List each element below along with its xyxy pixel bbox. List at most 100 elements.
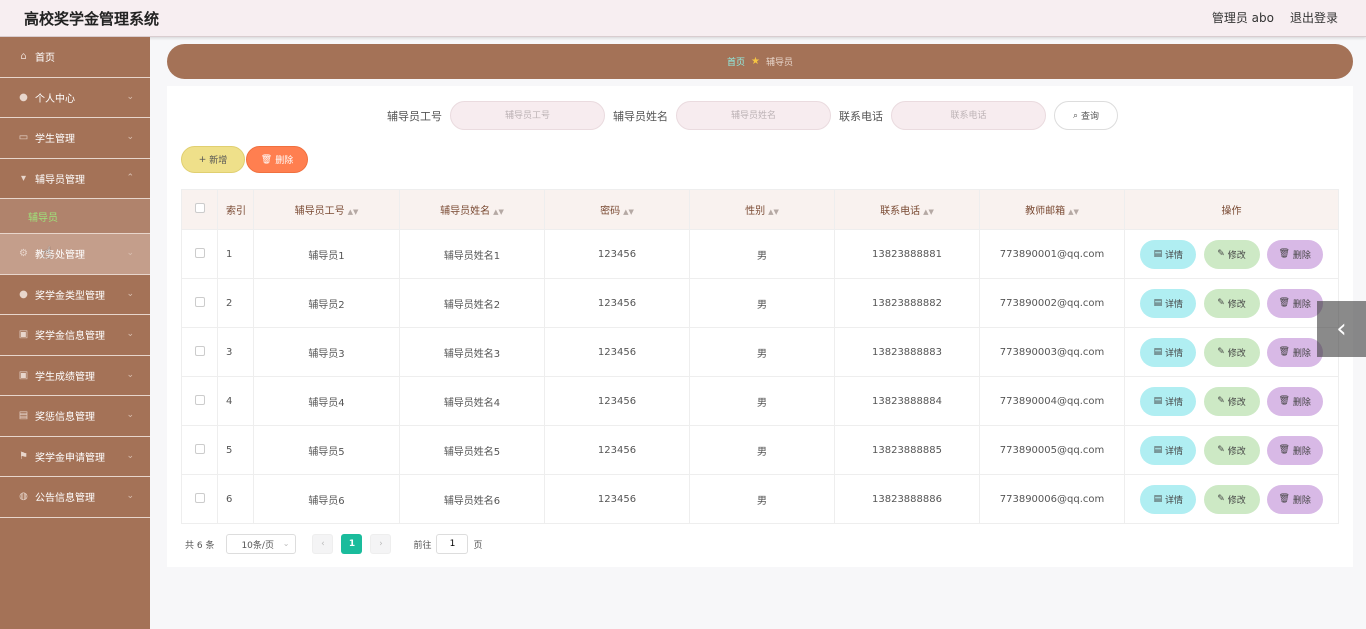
detail-button[interactable]: ▤ 详情 [1140, 288, 1197, 318]
table-row: 1 辅导员1 辅导员姓名1 123456 男 13823888881 77389… [181, 229, 1339, 279]
row-checkbox[interactable] [194, 247, 205, 258]
sort-icon[interactable]: ▲▼ [1068, 208, 1079, 216]
detail-button[interactable]: ▤ 详情 [1140, 435, 1197, 465]
sidebar-item-announcements[interactable]: ◍ 公告信息管理 ⌄ [0, 477, 150, 518]
chevron-down-icon: ⌄ [126, 491, 134, 501]
header-counselor-no[interactable]: 辅导员工号 ▲▼ [253, 189, 400, 230]
cell-email: 773890001@qq.com [979, 229, 1125, 279]
page-number-current[interactable]: 1 [341, 534, 363, 554]
header-password[interactable]: 密码 ▲▼ [544, 189, 690, 230]
table-row: 4 辅导员4 辅导员姓名4 123456 男 13823888884 77389… [181, 376, 1339, 426]
delete-button[interactable]: 🗑 删除 [1266, 239, 1323, 269]
sort-icon[interactable]: ▲▼ [768, 208, 779, 216]
header-email[interactable]: 教师邮箱 ▲▼ [979, 189, 1125, 230]
header-sex[interactable]: 性别 ▲▼ [689, 189, 835, 230]
logout-link[interactable]: 退出登录 [1290, 9, 1338, 26]
cell-counselor-no: 辅导员4 [253, 376, 400, 426]
sort-icon[interactable]: ▲▼ [623, 208, 634, 216]
edit-button[interactable]: ✎ 修改 [1203, 337, 1260, 367]
collapse-toggle-button[interactable]: ‹ [1317, 301, 1366, 357]
sort-icon[interactable]: ▲▼ [348, 208, 359, 216]
delete-label: 删除 [1292, 446, 1311, 457]
phone-input[interactable] [891, 101, 1046, 130]
sidebar-item-label: 奖学金申请管理 [35, 452, 105, 464]
table-header-row: 索引 辅导员工号 ▲▼ 辅导员姓名 ▲▼ 密码 ▲▼ 性别 ▲▼ 联系电话 ▲▼ 教师邮箱… [181, 189, 1339, 230]
sidebar-item-label: 个人中心 [35, 93, 75, 105]
document-icon: ▤ [1153, 396, 1165, 406]
counselor-table: 索引 辅导员工号 ▲▼ 辅导员姓名 ▲▼ 密码 ▲▼ 性别 ▲▼ 联系电话 ▲▼ 教师邮箱… [181, 189, 1339, 524]
header-label: 联系电话 [880, 206, 921, 217]
select-all-cell[interactable] [181, 189, 218, 230]
select-all-checkbox[interactable] [194, 203, 205, 213]
table-row: 6 辅导员6 辅导员姓名6 123456 男 13823888886 77389… [181, 474, 1339, 524]
next-page-button[interactable]: › [370, 534, 392, 554]
delete-label: 删除 [1292, 299, 1311, 310]
sidebar-item-academic-affairs[interactable]: ⚙ 教务处管理 ⌄ ☝ [0, 234, 150, 275]
plus-icon: + [198, 154, 207, 165]
sort-icon[interactable]: ▲▼ [493, 208, 504, 216]
pencil-icon: ✎ [1217, 445, 1228, 455]
delete-button[interactable]: 🗑 删除 [1266, 386, 1323, 416]
cell-sex: 男 [689, 425, 835, 475]
sidebar-item-students[interactable]: ▭ 学生管理 ⌄ [0, 118, 150, 159]
edit-button[interactable]: ✎ 修改 [1203, 435, 1260, 465]
row-checkbox[interactable] [194, 345, 205, 356]
document-icon: ▤ [1153, 298, 1165, 308]
sidebar-item-label: 学生成绩管理 [35, 371, 95, 383]
chevron-down-icon: ⌄ [126, 329, 134, 339]
header-phone[interactable]: 联系电话 ▲▼ [834, 189, 980, 230]
row-checkbox[interactable] [194, 492, 205, 503]
header-operations: 操作 [1124, 189, 1339, 230]
sort-icon[interactable]: ▲▼ [923, 208, 934, 216]
cell-email: 773890006@qq.com [979, 474, 1125, 524]
edit-button[interactable]: ✎ 修改 [1203, 386, 1260, 416]
batch-delete-button[interactable]: 🗑 删除 [246, 146, 308, 173]
edit-button[interactable]: ✎ 修改 [1203, 288, 1260, 318]
edit-button[interactable]: ✎ 修改 [1203, 484, 1260, 514]
breadcrumb-home[interactable]: 首页 [727, 55, 745, 68]
edit-label: 修改 [1227, 348, 1246, 359]
row-checkbox[interactable] [194, 296, 205, 307]
sidebar-item-applications[interactable]: ⚑ 奖学金申请管理 ⌄ [0, 437, 150, 477]
delete-button[interactable]: 🗑 删除 [1266, 435, 1323, 465]
sidebar-item-rewards[interactable]: ▤ 奖惩信息管理 ⌄ [0, 396, 150, 437]
chat-icon: ▭ [18, 132, 29, 144]
detail-button[interactable]: ▤ 详情 [1140, 484, 1197, 514]
sidebar-item-scholarship-types[interactable]: ● 奖学金类型管理 ⌄ [0, 275, 150, 315]
sidebar-item-counselors[interactable]: ▾ 辅导员管理 ⌃ [0, 159, 150, 199]
delete-button[interactable]: 🗑 删除 [1266, 288, 1323, 318]
add-button[interactable]: + 新增 [181, 146, 245, 173]
chevron-down-icon: ⌄ [126, 288, 134, 299]
chevron-down-icon: ⌄ [126, 410, 134, 420]
delete-button[interactable]: 🗑 删除 [1266, 337, 1323, 367]
detail-button[interactable]: ▤ 详情 [1140, 239, 1197, 269]
prev-page-button[interactable]: ‹ [312, 534, 334, 554]
counselor-no-input[interactable] [450, 101, 605, 130]
pencil-icon: ✎ [1217, 249, 1228, 259]
sidebar-subitem-counselor[interactable]: 辅导员 [0, 199, 150, 234]
detail-button[interactable]: ▤ 详情 [1140, 337, 1197, 367]
search-button[interactable]: ⌕ 查询 [1054, 101, 1118, 130]
goto-page-input[interactable] [436, 534, 469, 554]
header-label: 辅导员工号 [294, 206, 345, 217]
chevron-down-icon: ⌄ [126, 248, 134, 258]
sidebar-item-personal-center[interactable]: ● 个人中心 ⌄ [0, 78, 150, 118]
row-checkbox[interactable] [194, 443, 205, 454]
page-size-select[interactable]: 10条/页 ⌄ [226, 534, 297, 554]
cell-index: 6 [217, 474, 254, 524]
edit-button[interactable]: ✎ 修改 [1203, 239, 1260, 269]
goto-prefix: 前往 [413, 540, 432, 551]
detail-button[interactable]: ▤ 详情 [1140, 386, 1197, 416]
cell-operations: ▤ 详情 ✎ 修改 🗑 删除 [1124, 376, 1339, 426]
counselor-name-input[interactable] [676, 101, 831, 130]
pagination-total: 共 6 条 [185, 540, 215, 551]
sidebar-item-scholarship-info[interactable]: ▣ 奖学金信息管理 ⌄ [0, 315, 150, 356]
header-counselor-name[interactable]: 辅导员姓名 ▲▼ [399, 189, 545, 230]
sidebar-item-label: 奖学金信息管理 [35, 331, 105, 343]
detail-label: 详情 [1164, 495, 1183, 506]
delete-button[interactable]: 🗑 删除 [1266, 484, 1323, 514]
sidebar-item-grades[interactable]: ▣ 学生成绩管理 ⌄ [0, 356, 150, 396]
row-checkbox[interactable] [194, 394, 205, 405]
cell-operations: ▤ 详情 ✎ 修改 🗑 删除 [1124, 229, 1339, 279]
sidebar-item-home[interactable]: ⌂ 首页 [0, 37, 150, 78]
